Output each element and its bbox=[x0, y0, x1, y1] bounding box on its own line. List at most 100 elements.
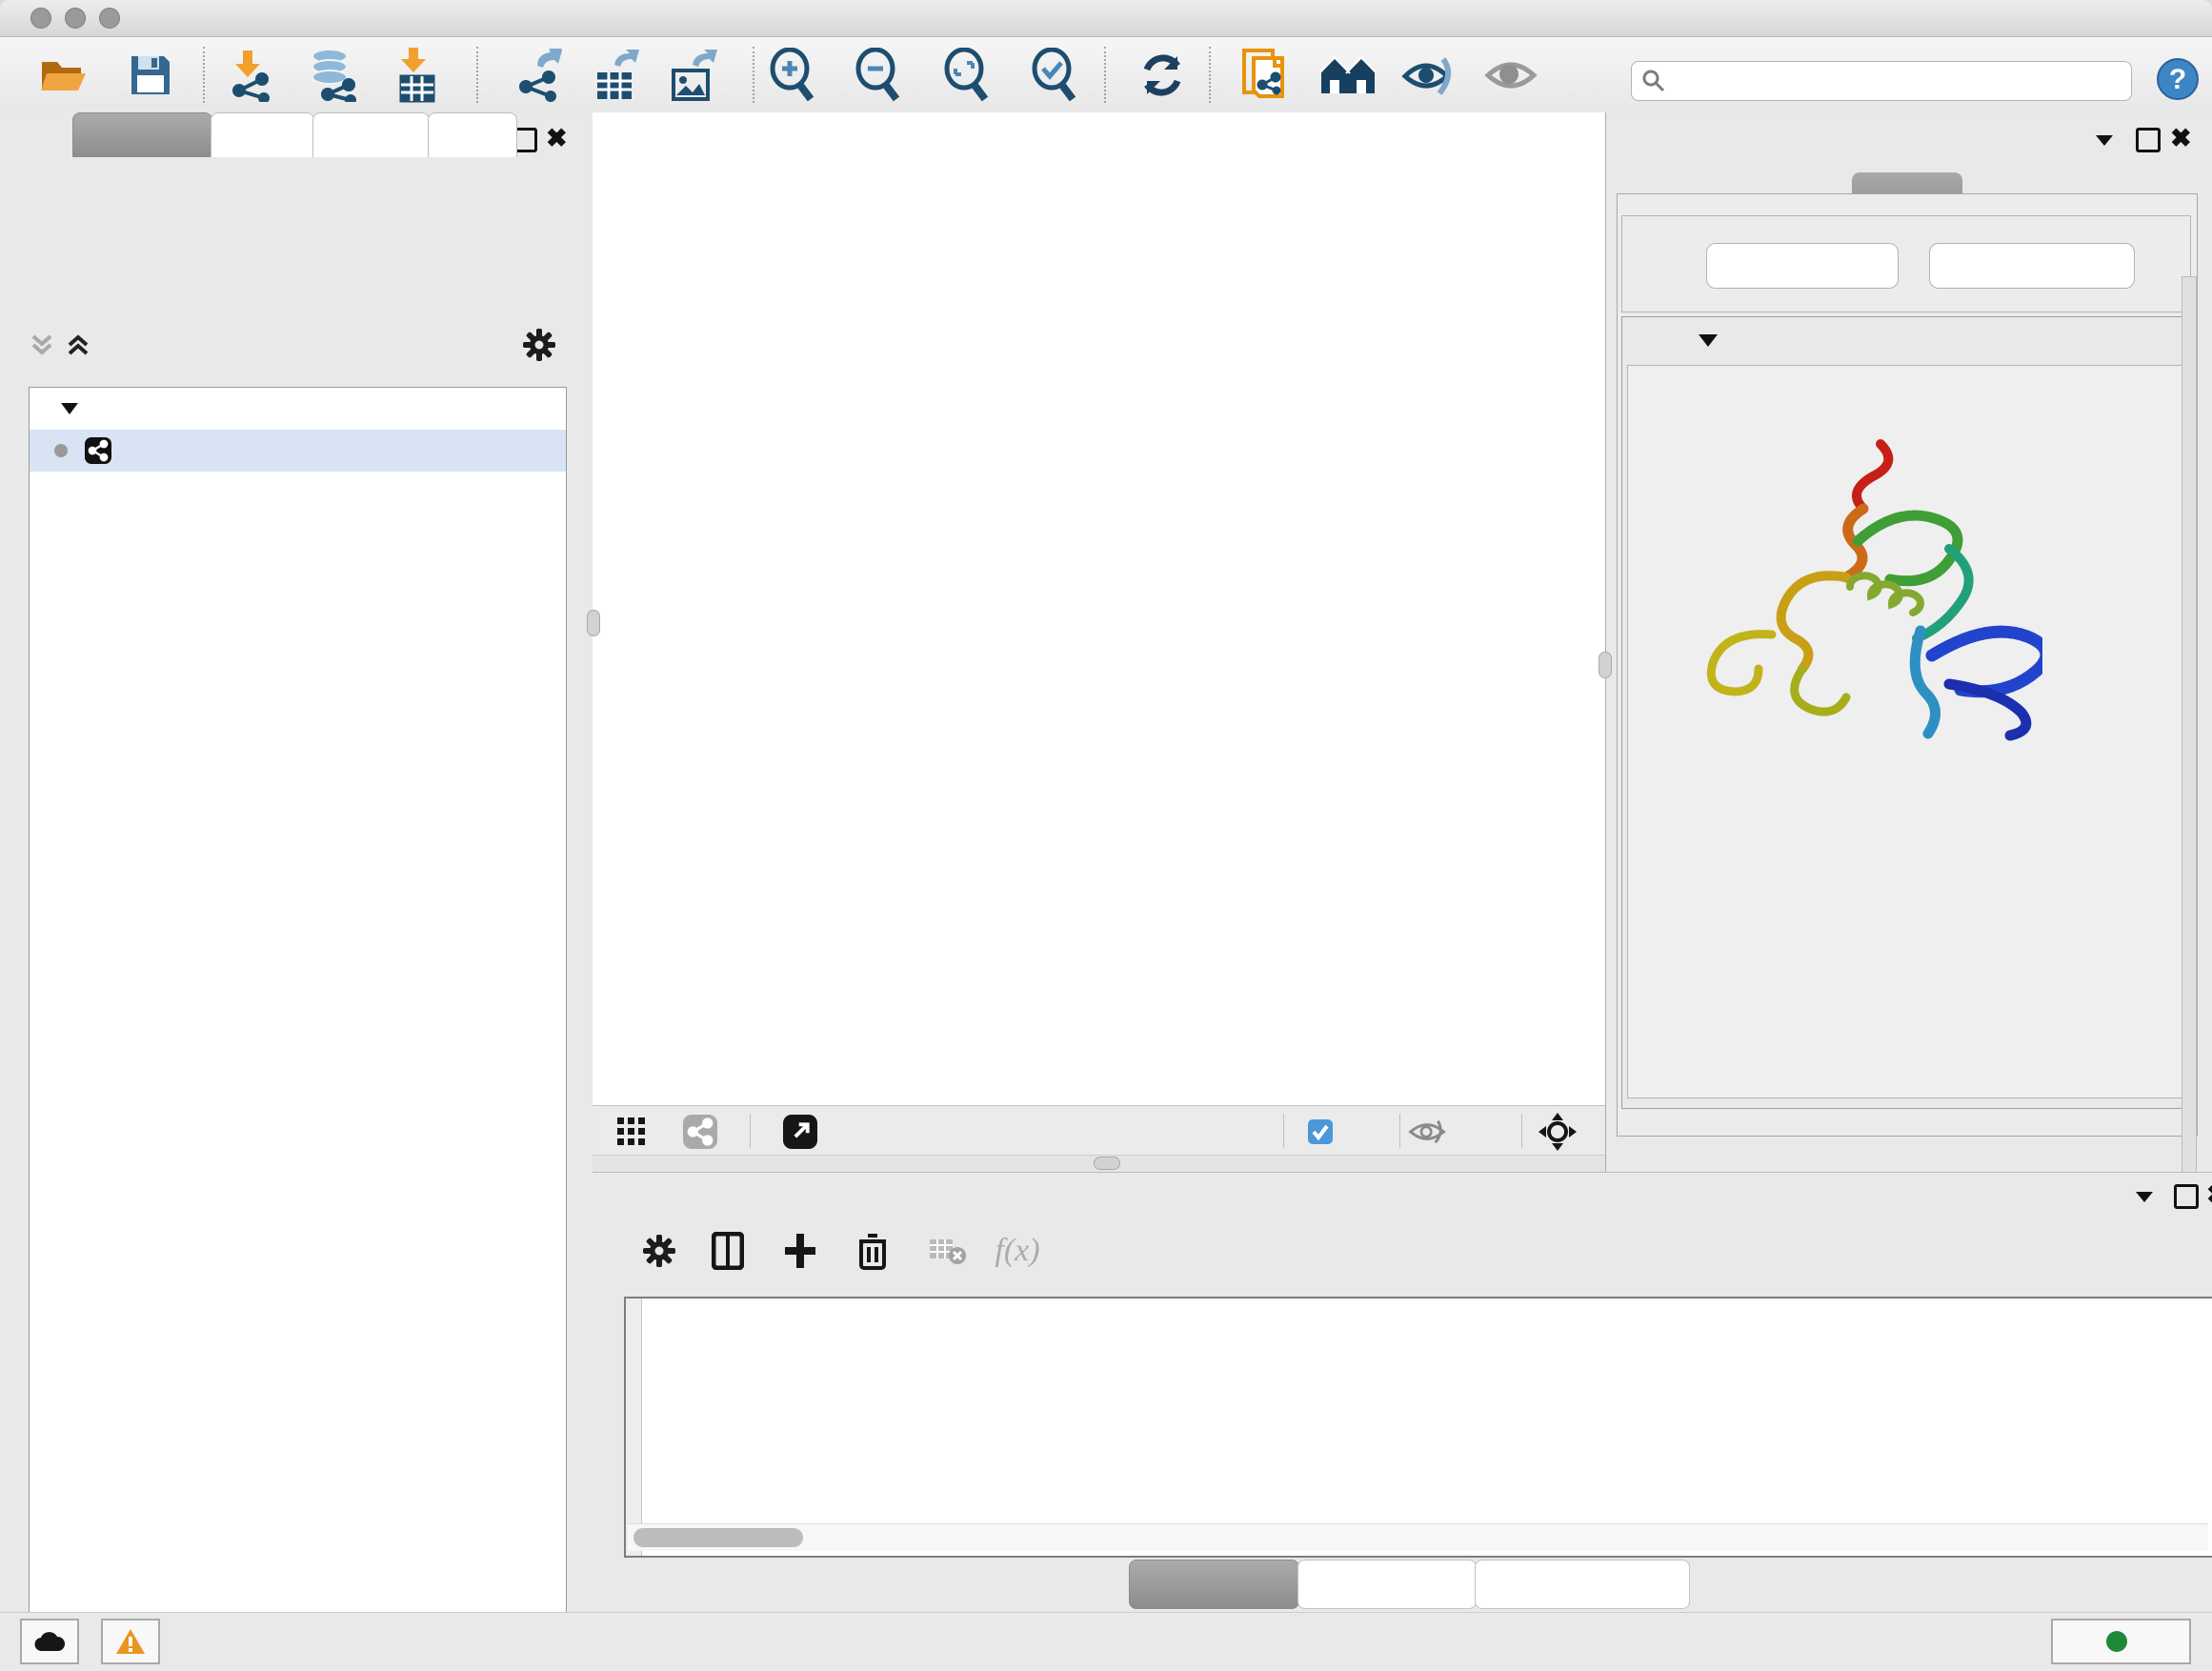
birds-eye-toggle-button[interactable] bbox=[1319, 37, 1377, 112]
table-row-header-strip bbox=[626, 1299, 642, 1556]
import-network-file-button[interactable] bbox=[221, 37, 278, 112]
delete-table-icon-disabled bbox=[920, 1224, 974, 1278]
tab-network-table[interactable] bbox=[1475, 1560, 1690, 1609]
network-row[interactable] bbox=[30, 430, 566, 472]
open-folder-icon bbox=[39, 54, 89, 96]
eye-icon bbox=[1483, 54, 1538, 96]
hidden-eye-icon[interactable] bbox=[1408, 1118, 1446, 1150]
vertical-splitter-handle[interactable] bbox=[587, 610, 600, 636]
detach-view-icon[interactable] bbox=[783, 1115, 817, 1154]
float-panel-icon[interactable] bbox=[2134, 1190, 2155, 1208]
window-zoom-icon[interactable] bbox=[99, 8, 120, 29]
memory-button[interactable] bbox=[2051, 1619, 2191, 1664]
float-panel-icon[interactable] bbox=[2094, 133, 2115, 151]
help-button[interactable]: ? bbox=[2155, 56, 2201, 107]
close-panel-icon[interactable]: ✖ bbox=[2170, 124, 2192, 153]
export-image-button[interactable] bbox=[665, 37, 722, 112]
zoom-in-button[interactable] bbox=[765, 37, 822, 112]
fit-content-crosshair-icon[interactable] bbox=[1538, 1112, 1578, 1157]
export-table-button[interactable] bbox=[589, 37, 646, 112]
add-column-icon[interactable] bbox=[774, 1224, 827, 1278]
cloud-icon bbox=[33, 1630, 66, 1653]
expand-all-button[interactable] bbox=[1706, 243, 1899, 289]
zoom-selected-button[interactable] bbox=[1027, 37, 1084, 112]
export-network-icon bbox=[513, 49, 564, 102]
zoom-in-icon bbox=[767, 48, 820, 103]
table-panel: ✖ bbox=[593, 1172, 2212, 1613]
horizontal-splitter-handle[interactable] bbox=[1094, 1157, 1120, 1170]
table-horizontal-scrollbar[interactable] bbox=[628, 1523, 2208, 1551]
memory-status-dot-icon bbox=[2106, 1631, 2127, 1652]
expand-all-networks-icon[interactable] bbox=[65, 332, 91, 363]
search-input[interactable] bbox=[1674, 67, 2122, 95]
zoom-out-icon bbox=[853, 48, 906, 103]
help-icon: ? bbox=[2155, 56, 2201, 102]
tab-style[interactable] bbox=[211, 112, 314, 157]
tab-select[interactable] bbox=[312, 112, 430, 157]
toolbar-separator bbox=[1399, 1114, 1400, 1148]
scrollbar-thumb[interactable] bbox=[633, 1528, 803, 1547]
window-close-icon[interactable] bbox=[30, 8, 51, 29]
import-table-button[interactable] bbox=[389, 37, 446, 112]
grid-view-icon[interactable] bbox=[617, 1117, 646, 1151]
refresh-view-button[interactable] bbox=[1134, 37, 1191, 112]
expand-collapse-box bbox=[1621, 215, 2191, 312]
results-scrollbar[interactable] bbox=[2182, 276, 2197, 1218]
network-options-gear-icon[interactable] bbox=[522, 328, 556, 362]
selected-checkbox-icon[interactable] bbox=[1308, 1119, 1333, 1149]
network-list bbox=[29, 387, 567, 1671]
collection-expand-icon[interactable] bbox=[60, 402, 79, 415]
close-panel-icon[interactable]: ✖ bbox=[546, 124, 568, 153]
refresh-icon bbox=[1137, 50, 1187, 100]
open-session-button[interactable] bbox=[35, 37, 92, 112]
show-all-button[interactable] bbox=[1482, 37, 1539, 112]
collapse-all-networks-icon[interactable] bbox=[29, 332, 55, 363]
database-icon bbox=[305, 49, 360, 102]
hide-selected-button[interactable] bbox=[1400, 37, 1458, 112]
copy-network-document-icon bbox=[1240, 47, 1290, 104]
string-results-container bbox=[1617, 193, 2198, 1137]
search-icon bbox=[1641, 69, 1666, 93]
import-network-database-button[interactable] bbox=[304, 37, 361, 112]
toolbar-separator bbox=[1104, 47, 1106, 103]
zoom-fit-button[interactable] bbox=[939, 37, 996, 112]
gene-collapse-icon[interactable] bbox=[1697, 332, 1719, 352]
table-options-gear-icon[interactable] bbox=[633, 1224, 686, 1278]
cloud-status-button[interactable] bbox=[20, 1619, 79, 1664]
vertical-splitter-handle[interactable] bbox=[1599, 652, 1612, 678]
window-minimize-icon[interactable] bbox=[65, 8, 86, 29]
collapse-all-button[interactable] bbox=[1929, 243, 2135, 289]
application-window: ? ✖ bbox=[0, 0, 2212, 1671]
houses-icon bbox=[1319, 53, 1377, 97]
search-bar[interactable] bbox=[1631, 61, 2132, 101]
tab-edge-table[interactable] bbox=[1297, 1560, 1477, 1609]
export-network-button[interactable] bbox=[510, 37, 567, 112]
close-panel-icon[interactable]: ✖ bbox=[2206, 1180, 2212, 1210]
duplicate-network-button[interactable] bbox=[1237, 37, 1294, 112]
network-canvas[interactable] bbox=[593, 112, 1605, 1105]
maximize-panel-icon[interactable] bbox=[2174, 1184, 2199, 1209]
title-bar bbox=[0, 0, 2212, 37]
save-session-button[interactable] bbox=[122, 37, 179, 112]
toolbar-separator bbox=[476, 47, 478, 103]
tab-network[interactable] bbox=[72, 112, 212, 157]
import-table-icon bbox=[393, 48, 441, 103]
show-columns-icon[interactable] bbox=[701, 1224, 754, 1278]
toolbar-separator bbox=[753, 47, 754, 103]
warning-status-button[interactable] bbox=[101, 1619, 160, 1664]
delete-column-icon[interactable] bbox=[846, 1224, 899, 1278]
network-view-string-icon[interactable] bbox=[683, 1115, 717, 1154]
tab-sets[interactable] bbox=[428, 112, 517, 157]
import-network-icon bbox=[224, 49, 275, 102]
tab-node-table[interactable] bbox=[1129, 1560, 1299, 1609]
network-collection-row[interactable] bbox=[30, 388, 566, 430]
zoom-out-button[interactable] bbox=[851, 37, 908, 112]
main-toolbar: ? bbox=[0, 37, 2212, 113]
control-panel: ✖ bbox=[0, 112, 593, 1612]
export-image-icon bbox=[668, 48, 719, 103]
toolbar-separator bbox=[1283, 1114, 1284, 1148]
toolbar-separator bbox=[203, 47, 205, 103]
svg-text:?: ? bbox=[2169, 64, 2186, 95]
zoom-fit-icon bbox=[941, 48, 995, 103]
maximize-panel-icon[interactable] bbox=[2136, 128, 2161, 152]
